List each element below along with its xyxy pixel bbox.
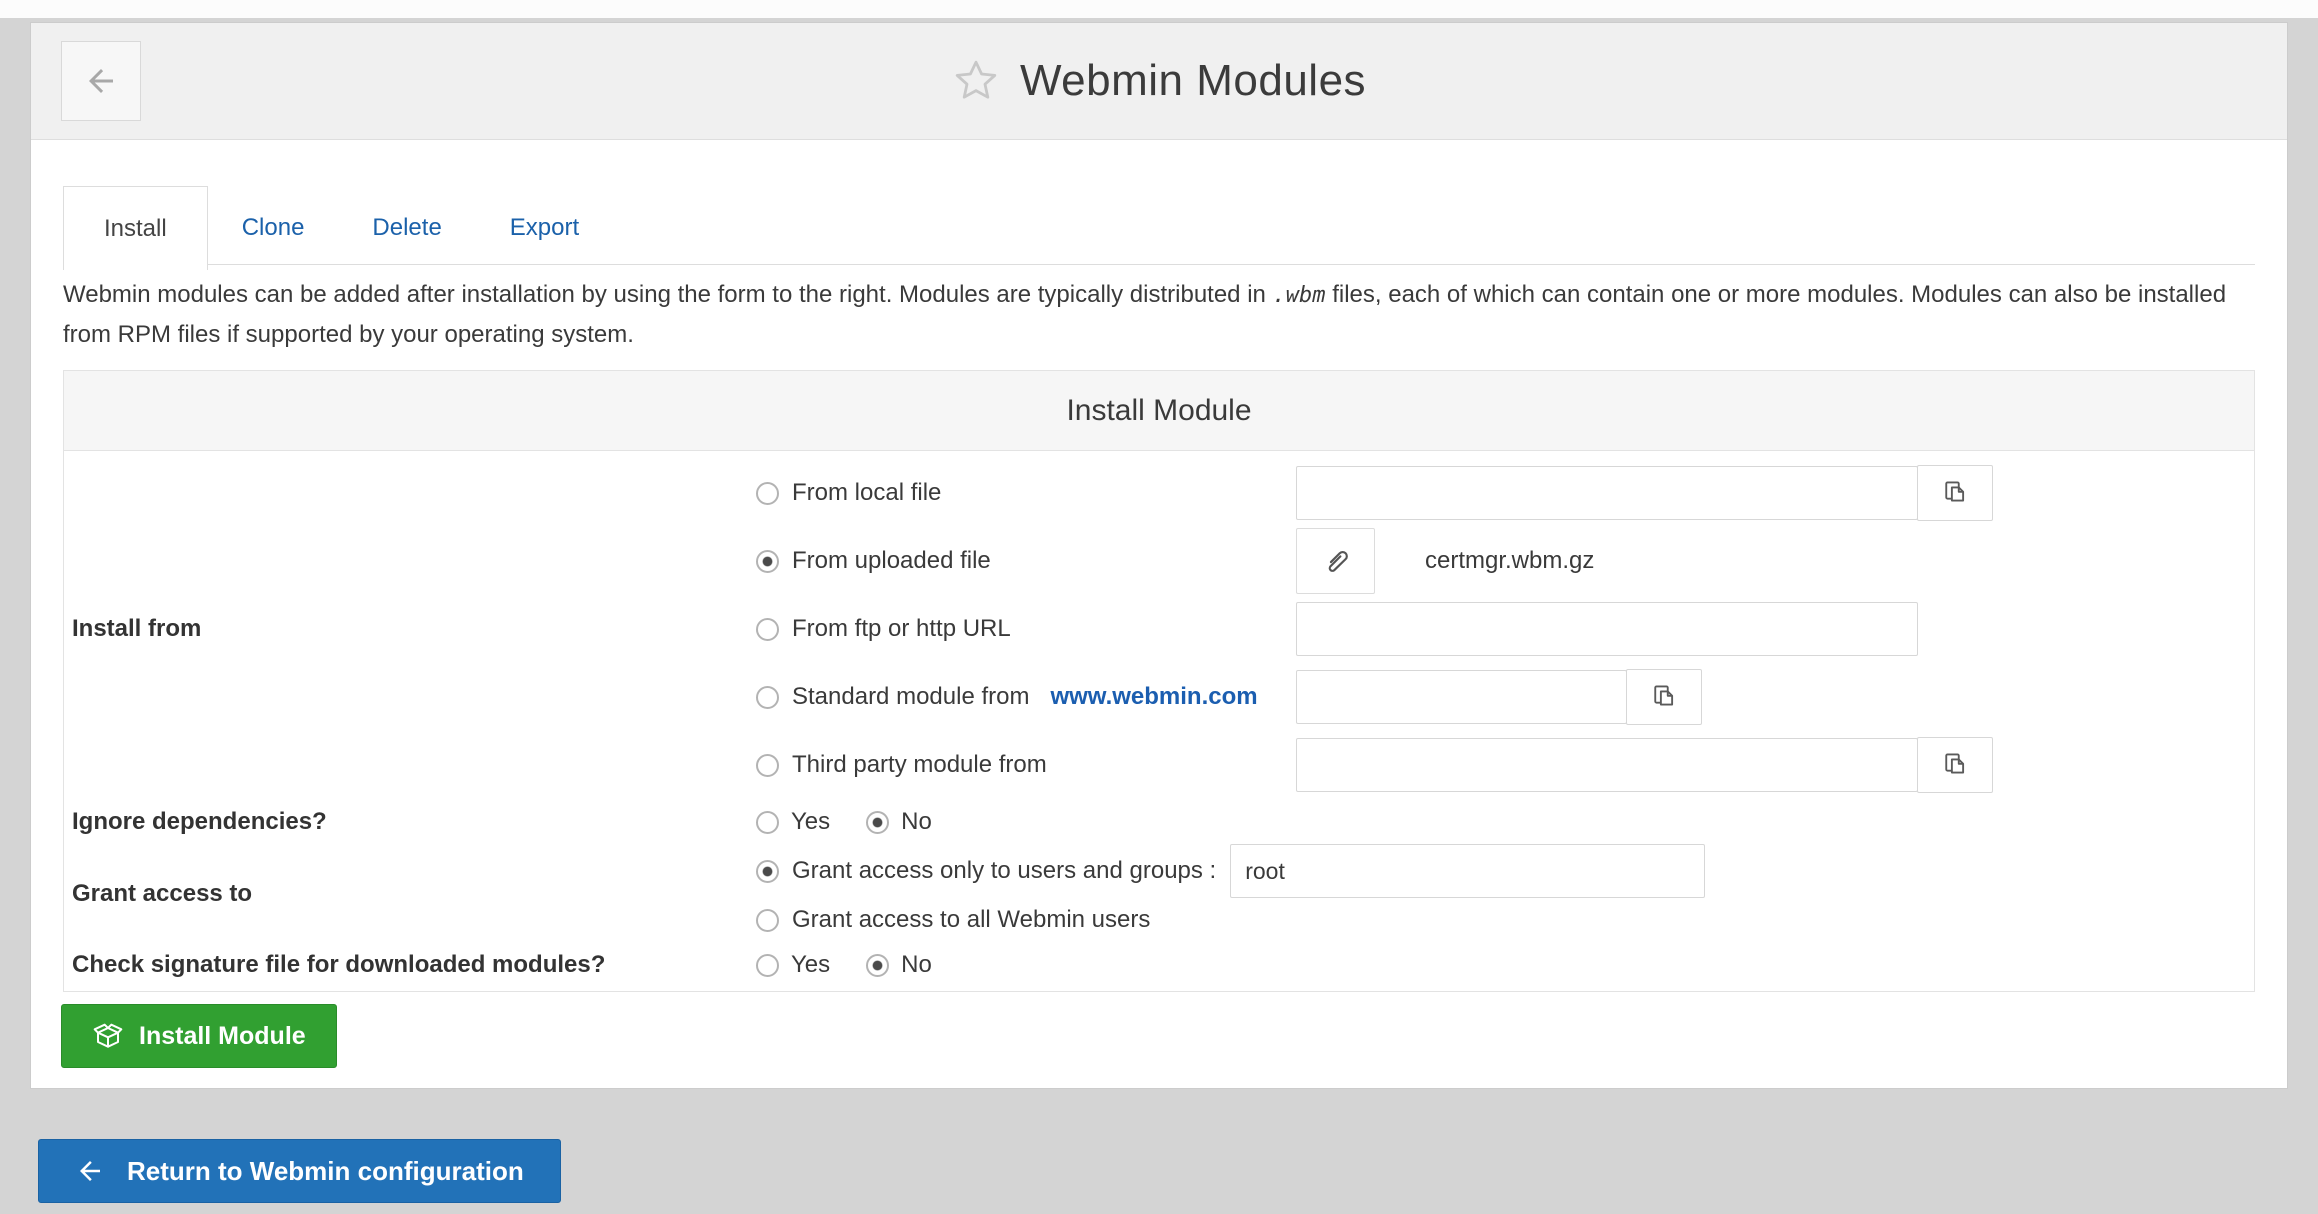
no-label: No xyxy=(901,808,932,836)
third-party-input[interactable] xyxy=(1296,738,1918,792)
option-label: From local file xyxy=(792,479,941,507)
install-module-button-label: Install Module xyxy=(139,1022,306,1051)
no-label: No xyxy=(901,951,932,979)
package-box-icon xyxy=(92,1020,124,1052)
title-wrap: Webmin Modules xyxy=(952,56,1366,106)
return-button-label: Return to Webmin configuration xyxy=(127,1156,524,1187)
option-label: From ftp or http URL xyxy=(792,615,1011,643)
radio-ignore-no[interactable] xyxy=(866,811,889,834)
third-party-chooser-button[interactable] xyxy=(1917,737,1993,793)
install-from-options: From local file xyxy=(747,459,2254,799)
row-check-signature: Check signature file for downloaded modu… xyxy=(64,943,2254,987)
option-uploaded-file: From uploaded file certmgr.wbm xyxy=(747,527,2254,595)
panel-title: Install Module xyxy=(64,371,2254,451)
grant-access-label: Grant access to xyxy=(64,845,747,943)
main-card: Webmin Modules Install Clone Delete Expo… xyxy=(30,22,2288,1089)
back-button[interactable] xyxy=(61,41,141,121)
file-chooser-icon xyxy=(1940,750,1970,780)
tab-export[interactable]: Export xyxy=(476,192,613,264)
option-third-party: Third party module from xyxy=(747,731,2254,799)
local-file-input[interactable] xyxy=(1296,466,1918,520)
tab-delete[interactable]: Delete xyxy=(338,192,475,264)
row-ignore-dependencies: Ignore dependencies? Yes No xyxy=(64,799,2254,845)
webmin-com-link[interactable]: www.webmin.com xyxy=(1050,683,1257,711)
radio-ftp-url[interactable] xyxy=(756,618,779,641)
radio-standard-module[interactable] xyxy=(756,686,779,709)
radio-uploaded-file[interactable] xyxy=(756,550,779,573)
radio-local-file[interactable] xyxy=(756,482,779,505)
wbm-code: .wbm xyxy=(1273,283,1326,308)
local-file-chooser-button[interactable] xyxy=(1917,465,1993,521)
radio-signature-yes[interactable] xyxy=(756,954,779,977)
favorite-star-icon[interactable] xyxy=(952,57,1000,105)
option-local-file: From local file xyxy=(747,459,2254,527)
intro-text: Webmin modules can be added after instal… xyxy=(63,275,2255,354)
row-grant-access: Grant access to Grant access only to use… xyxy=(64,845,2254,943)
option-label: Standard module from xyxy=(792,683,1029,711)
option-standard-module: Standard module from www.webmin.com xyxy=(747,663,2254,731)
option-label: Grant access only to users and groups : xyxy=(792,857,1216,885)
uploaded-file-name: certmgr.wbm.gz xyxy=(1425,547,1594,575)
option-ftp-url: From ftp or http URL xyxy=(747,595,2254,663)
radio-third-party[interactable] xyxy=(756,754,779,777)
upload-file-button[interactable] xyxy=(1296,528,1375,594)
option-label: From uploaded file xyxy=(792,547,991,575)
tab-clone[interactable]: Clone xyxy=(208,192,339,264)
paperclip-icon xyxy=(1320,545,1352,577)
yes-label: Yes xyxy=(791,808,830,836)
radio-signature-no[interactable] xyxy=(866,954,889,977)
standard-module-chooser-button[interactable] xyxy=(1626,669,1702,725)
check-signature-label: Check signature file for downloaded modu… xyxy=(64,943,747,987)
tab-install[interactable]: Install xyxy=(63,186,208,270)
option-label: Third party module from xyxy=(792,751,1047,779)
option-grant-all: Grant access to all Webmin users xyxy=(747,897,2254,943)
tab-bar: Install Clone Delete Export xyxy=(63,187,2255,265)
intro-part1: Webmin modules can be added after instal… xyxy=(63,281,1266,308)
webmin-page: Webmin Modules Install Clone Delete Expo… xyxy=(0,0,2318,1214)
ignore-dependencies-label: Ignore dependencies? xyxy=(64,799,747,845)
radio-grant-users[interactable] xyxy=(756,860,779,883)
install-from-label: Install from xyxy=(64,459,747,799)
page-header: Webmin Modules xyxy=(31,23,2287,140)
grant-users-input[interactable] xyxy=(1230,844,1705,898)
back-arrow-icon xyxy=(83,63,119,99)
page-title: Webmin Modules xyxy=(1020,56,1366,106)
install-module-panel: Install Module Install from From local f… xyxy=(63,370,2255,992)
radio-grant-all[interactable] xyxy=(756,909,779,932)
ftp-url-input[interactable] xyxy=(1296,602,1918,656)
file-chooser-icon xyxy=(1649,682,1679,712)
row-install-from: Install from From local file xyxy=(64,459,2254,799)
panel-body: Install from From local file xyxy=(64,451,2254,991)
standard-module-input[interactable] xyxy=(1296,670,1627,724)
radio-ignore-yes[interactable] xyxy=(756,811,779,834)
file-chooser-icon xyxy=(1940,478,1970,508)
content: Install Clone Delete Export Webmin modul… xyxy=(31,187,2287,1068)
option-grant-users: Grant access only to users and groups : xyxy=(747,845,2254,897)
return-arrow-icon xyxy=(75,1156,105,1186)
top-strip xyxy=(0,0,2318,18)
yes-label: Yes xyxy=(791,951,830,979)
option-label: Grant access to all Webmin users xyxy=(792,906,1150,934)
return-to-webmin-config-button[interactable]: Return to Webmin configuration xyxy=(38,1139,561,1203)
install-module-button[interactable]: Install Module xyxy=(61,1004,337,1068)
